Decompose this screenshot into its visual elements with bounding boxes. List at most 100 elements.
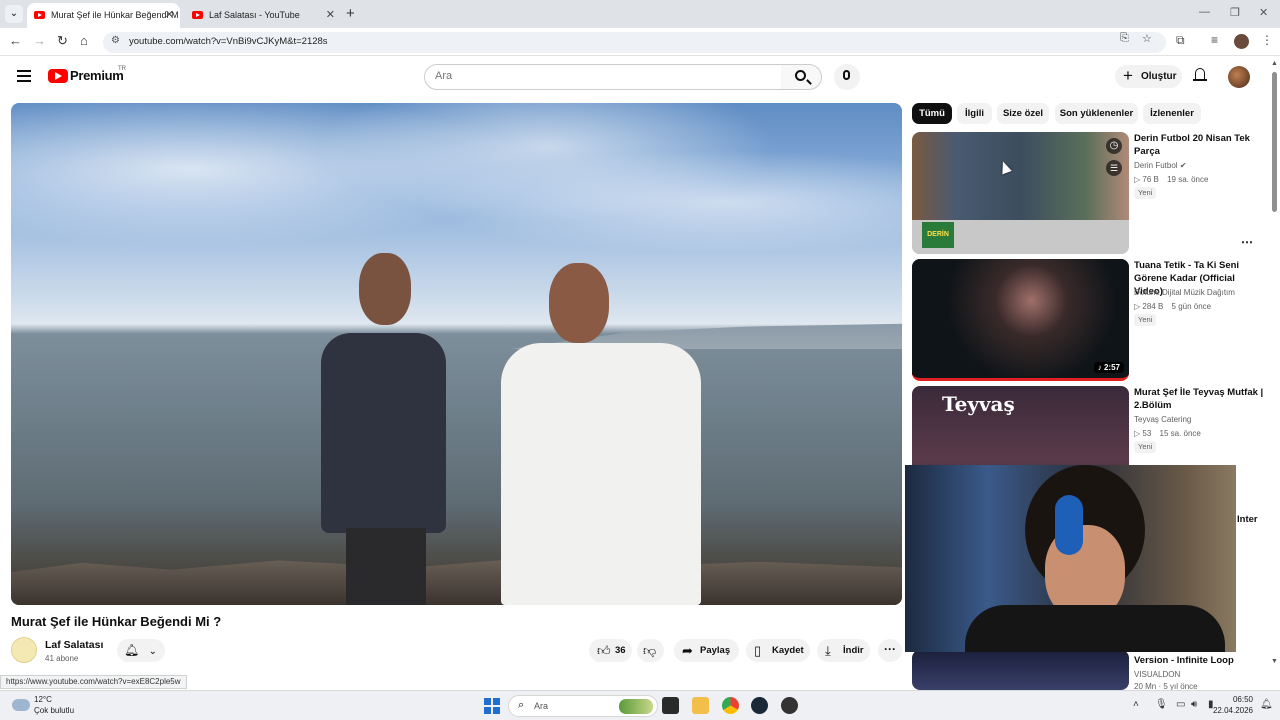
restore-icon[interactable]: ❐ (1230, 6, 1240, 19)
scroll-up-icon[interactable]: ▲ (1271, 60, 1278, 67)
clock-time[interactable]: 06:50 (1231, 695, 1253, 704)
channel-name[interactable]: Laf Salatası (45, 639, 103, 651)
thumbs-down-icon: 👎︎ (643, 643, 657, 658)
rec-age: 15 sa. önce (1159, 429, 1201, 438)
close-tab-icon[interactable]: ✕ (165, 3, 174, 28)
rec-title-1[interactable]: Derin Futbol 20 Nisan Tek Parça (1134, 132, 1264, 158)
tray-expand-icon[interactable]: ˄ (1133, 699, 1139, 710)
chip-watched[interactable]: İzlenenler (1143, 103, 1201, 124)
notifications-icon[interactable]: 🔔︎ (1260, 699, 1273, 710)
volume-icon[interactable]: 🔊︎ (1191, 699, 1197, 710)
youtube-premium-logo[interactable]: Premium (70, 68, 124, 83)
tab-channel[interactable]: Laf Salatası - YouTube ✕ (185, 3, 341, 28)
chip-recent-uploads[interactable]: Son yüklenenler (1055, 103, 1138, 124)
cloud-icon[interactable] (12, 699, 30, 711)
rec-channel-4[interactable]: VISUALDON (1134, 670, 1180, 679)
webcam-overlay (905, 465, 1236, 652)
extensions-icon[interactable]: ⧉ (1176, 33, 1185, 48)
install-app-icon[interactable]: ⎘ (1120, 32, 1129, 45)
weather-description[interactable]: Çok bulutlu (34, 706, 74, 715)
rec-title-4[interactable]: Version - Infinite Loop (1134, 654, 1264, 667)
steam-icon[interactable] (751, 697, 768, 714)
scroll-down-icon[interactable]: ▼ (1271, 658, 1278, 665)
rec-channel-1[interactable]: Derin Futbol ✔ (1134, 161, 1187, 170)
address-toolbar: ← → ↻ ⌂ ⚙ youtube.com/watch?v=VnBi9vCJKy… (0, 28, 1280, 56)
reading-list-icon[interactable]: ≡ (1211, 33, 1218, 47)
network-icon[interactable]: ▭ (1176, 699, 1185, 710)
rec-channel-3[interactable]: Teyvaş Catering (1134, 415, 1191, 424)
bell-icon: 🔔︎ (124, 643, 140, 657)
app-icon[interactable] (781, 697, 798, 714)
page-scrollbar[interactable]: ▲ ▼ (1271, 60, 1278, 670)
save-button[interactable]: ▯ Kaydet (746, 639, 810, 662)
video-rocks (11, 558, 902, 605)
chip-related[interactable]: İlgili (957, 103, 992, 124)
new-tab-button[interactable]: + (346, 5, 355, 22)
rec-thumbnail-1[interactable]: DERİN FUTBOL ◷ ☰ (912, 132, 1129, 254)
region-label: TR (118, 66, 126, 72)
video-player[interactable] (11, 103, 902, 605)
channel-avatar[interactable] (11, 637, 37, 663)
rec-views: 53 (1142, 429, 1152, 438)
dislike-button[interactable]: 👎︎ (637, 639, 664, 662)
share-button[interactable]: ➦ Paylaş (674, 639, 739, 662)
new-badge: Yeni (1134, 187, 1157, 199)
account-avatar[interactable] (1228, 66, 1250, 88)
browser-menu-icon[interactable]: ⋮ (1261, 33, 1273, 47)
save-label: Kaydet (772, 645, 804, 656)
clock-date[interactable]: 22.04.2026 (1212, 706, 1253, 715)
download-button[interactable]: ⤓ İndir (817, 639, 870, 662)
chrome-icon[interactable] (722, 697, 739, 714)
rec-more-options-icon[interactable]: ⋯ (1241, 235, 1253, 249)
weather-temperature[interactable]: 12°C (34, 695, 52, 704)
rec-title-3[interactable]: Murat Şef İle Teyvaş Mutfak | 2.Bölüm (1134, 386, 1264, 412)
subscription-bell-button[interactable]: 🔔︎ ⌄ (117, 639, 165, 662)
taskbar-search-placeholder: Ara (534, 701, 549, 711)
more-actions-icon[interactable]: ··· (878, 639, 902, 662)
bookmark-star-icon[interactable]: ☆ (1142, 32, 1152, 45)
like-button[interactable]: 👍︎ 36 (589, 639, 632, 662)
forward-icon[interactable]: → (33, 33, 46, 48)
windows-taskbar: 12°C Çok bulutlu ⌕ Ara ˄ 🎙︎ ▭ 🔊︎ ▮ 06:50… (0, 690, 1280, 720)
rec-title-partial[interactable]: Inter (1237, 514, 1258, 525)
watch-later-icon[interactable]: ◷ (1106, 138, 1122, 154)
rec-thumbnail-2[interactable]: ♪ 2:57 (912, 259, 1129, 381)
search-box[interactable] (424, 64, 782, 90)
home-icon[interactable]: ⌂ (80, 33, 88, 48)
rec-views: 76 B (1142, 175, 1159, 184)
create-button[interactable]: + Oluştur (1115, 65, 1182, 88)
voice-search-button[interactable] (834, 64, 860, 90)
minimize-icon[interactable]: — (1199, 6, 1210, 18)
task-view-icon[interactable] (662, 697, 679, 714)
microphone-tray-icon[interactable]: 🎙︎ (1155, 699, 1168, 710)
verified-check-icon: ✔ (1179, 161, 1187, 170)
thumbnail-brand: Teyvaş (942, 392, 1015, 416)
rec-channel-2[interactable]: Dotune Dijital Müzik Dağıtım (1134, 288, 1235, 297)
browser-profile-avatar[interactable] (1234, 34, 1249, 49)
reload-icon[interactable]: ↻ (57, 33, 68, 49)
menu-icon[interactable] (17, 70, 31, 82)
youtube-logo-icon[interactable] (48, 69, 68, 83)
file-explorer-icon[interactable] (692, 697, 709, 714)
site-info-icon[interactable]: ⚙ (111, 35, 120, 46)
close-window-icon[interactable]: ✕ (1259, 6, 1268, 19)
tab-video[interactable]: Murat Şef ile Hünkar Beğendi M ✕ (27, 3, 180, 28)
chip-all[interactable]: Tümü (912, 103, 952, 124)
address-bar[interactable]: ⚙ youtube.com/watch?v=VnBi9vCJKyM&t=2128… (103, 32, 1166, 53)
add-to-queue-icon[interactable]: ☰ (1106, 160, 1122, 176)
rec-thumbnail-4[interactable] (912, 650, 1129, 690)
back-icon[interactable]: ← (9, 33, 22, 48)
scrollbar-thumb[interactable] (1272, 72, 1277, 212)
chip-for-you[interactable]: Size özel (997, 103, 1049, 124)
url-text: youtube.com/watch?v=VnBi9vCJKyM&t=2128s (129, 36, 328, 47)
search-button[interactable] (781, 64, 822, 90)
tab-search-button[interactable]: ⌄ (5, 5, 23, 23)
windows-start-icon[interactable] (484, 698, 500, 714)
search-input[interactable] (435, 70, 765, 82)
new-badge: Yeni (1134, 314, 1157, 326)
notifications-bell-icon[interactable] (1193, 68, 1207, 82)
close-tab-icon[interactable]: ✕ (326, 3, 335, 28)
subscriber-count: 41 abone (45, 654, 79, 663)
rec-meta-4: 20 Mn · 5 yıl önce (1134, 682, 1198, 690)
taskbar-search[interactable]: ⌕ Ara (508, 695, 658, 717)
